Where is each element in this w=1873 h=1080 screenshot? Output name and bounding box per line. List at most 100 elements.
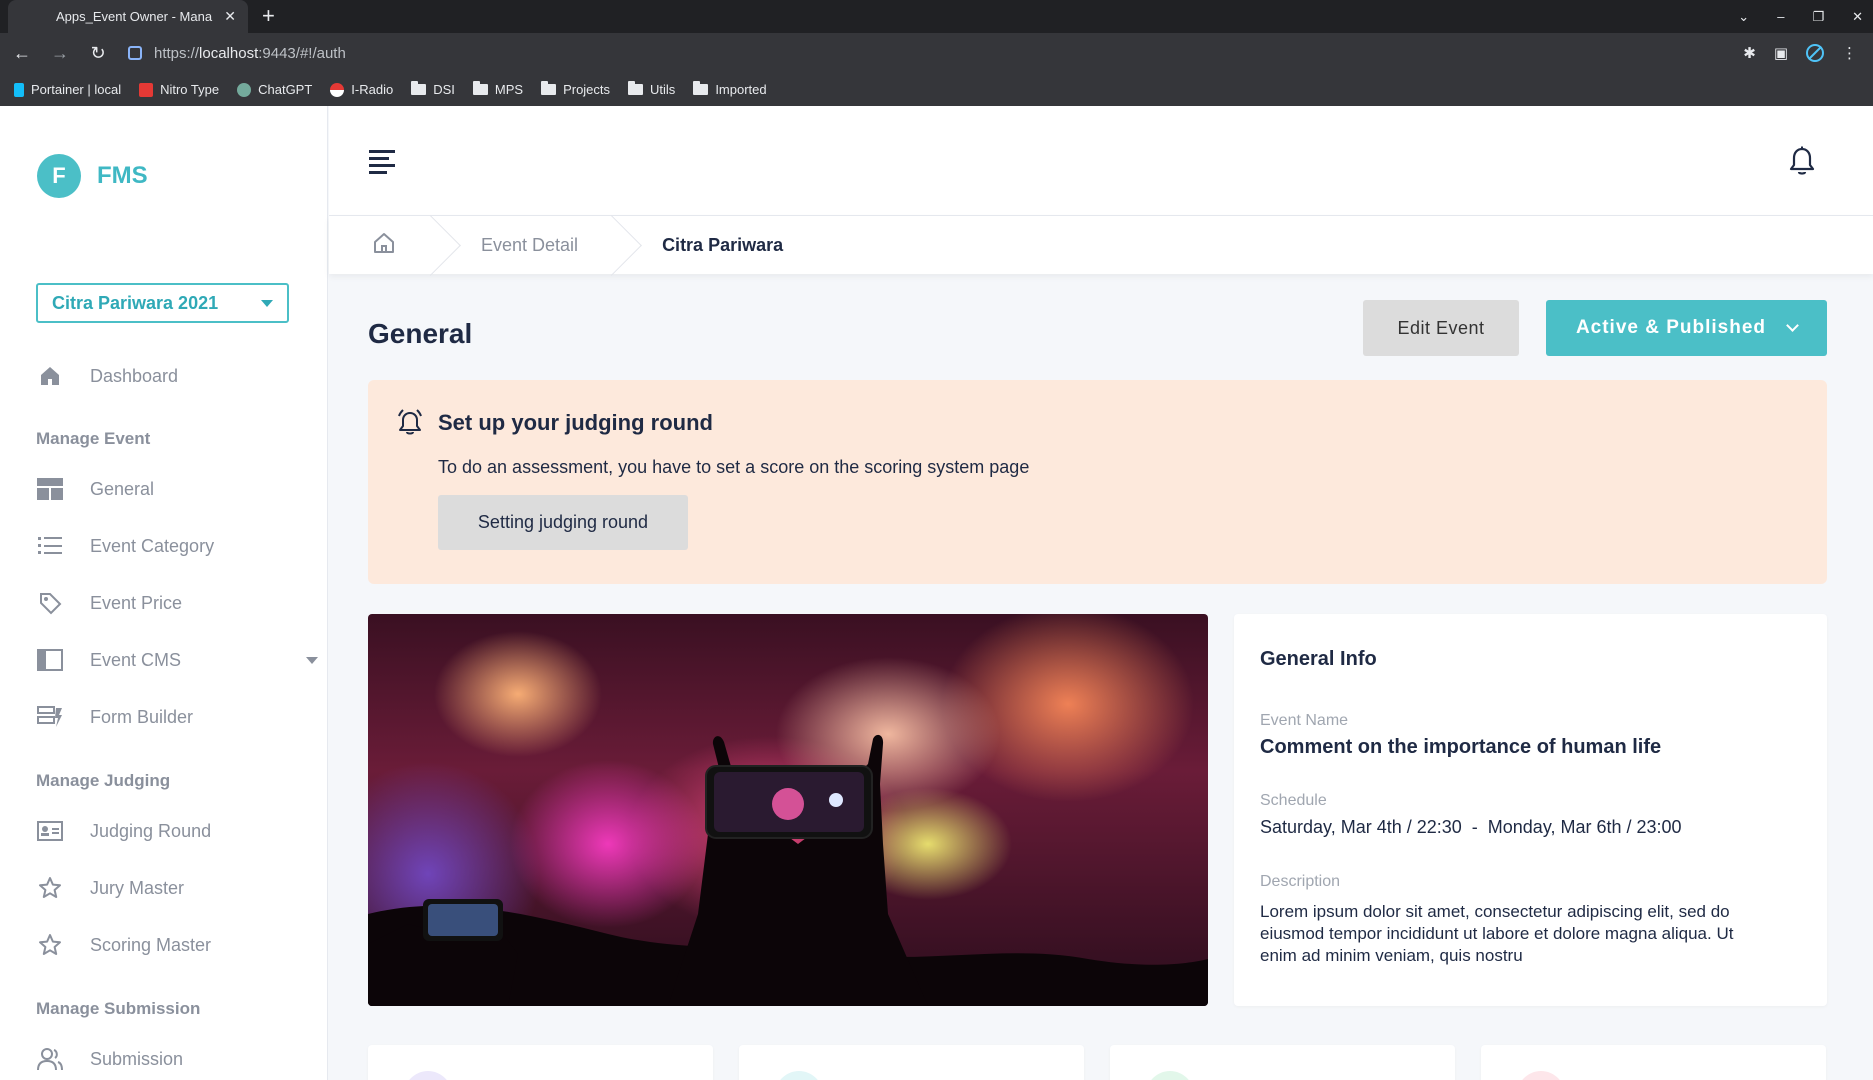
url-rest: :9443/#!/auth [258,44,346,62]
section-manage-event: Manage Event [36,429,151,448]
bookmark-label: MPS [494,82,524,97]
users-icon [36,1045,64,1073]
general-info-title: General Info [1260,648,1377,670]
portainer-icon [14,82,24,97]
url-prefix: https:// [154,44,200,62]
side-panel-icon[interactable]: ▣ [1774,44,1788,62]
edit-event-button[interactable]: Edit Event [1363,300,1519,356]
tab-close-icon[interactable]: ✕ [224,8,236,25]
address-bar[interactable]: https:// localhost :9443/#!/auth [128,38,1743,68]
sidebar-item-label: Event Category [90,535,215,556]
list-icon [36,532,64,560]
url-host: localhost [199,44,259,62]
sidebar-item-event-price[interactable]: Event Price [36,583,182,623]
sidebar-item-label: Event Price [90,592,183,613]
bookmark-folder-mps[interactable]: MPS [472,81,524,97]
sidebar-item-form-builder[interactable]: Form Builder [36,697,193,737]
minimize-icon[interactable]: – [1777,9,1784,24]
description-label: Description [1260,873,1341,890]
window-controls: ⌄ – ❐ ✕ [1738,0,1863,33]
bookmark-folder-imported[interactable]: Imported [693,81,767,97]
breadcrumb: Event Detail Citra Pariwara [329,216,1873,274]
page-title: General [368,318,473,349]
browser-menu-icon[interactable]: ⋮ [1842,44,1857,62]
setting-judging-round-button[interactable]: Setting judging round [438,495,688,550]
bookmark-label: DSI [433,82,455,97]
sidebar-item-label: Judging Round [90,820,212,841]
bookmark-folder-dsi[interactable]: DSI [411,81,455,97]
bookmarks-bar: Portainer | local Nitro Type ChatGPT I-R… [0,73,1873,106]
close-window-icon[interactable]: ✕ [1852,9,1863,25]
section-manage-judging: Manage Judging [36,771,171,790]
stat-card [1481,1045,1826,1080]
reload-icon[interactable]: ↻ [82,43,114,64]
bookmark-label: Nitro Type [160,82,220,97]
i-radio-icon [330,82,345,97]
caret-down-icon[interactable] [306,657,318,664]
status-dropdown-button[interactable]: Active & Published [1546,300,1827,356]
stat-card-icon [1146,1071,1194,1080]
brand[interactable]: F FMS [37,154,148,198]
sidebar-item-label: Scoring Master [90,934,212,955]
chevron-down-icon [1786,319,1799,332]
event-name-label: Event Name [1260,712,1349,729]
tab-title: Apps_Event Owner - Mana [56,9,213,24]
folder-icon [541,81,557,95]
toolbar-actions: ✱ ▣ ⋮ [1743,44,1857,62]
sidebar-item-jury-master[interactable]: Jury Master [36,868,184,908]
sidebar-item-submission[interactable]: Submission [36,1039,183,1079]
bookmark-folder-utils[interactable]: Utils [628,81,676,97]
browser-toolbar: ← → ↻ https:// localhost :9443/#!/auth ✱… [0,33,1873,73]
bookmark-i-radio[interactable]: I-Radio [330,82,393,97]
chatgpt-icon [237,82,252,97]
concert-silhouette-graphic [368,734,1208,1006]
forward-icon[interactable]: → [44,43,76,64]
bookmark-folder-projects[interactable]: Projects [541,81,610,97]
alert-title: Set up your judging round [438,410,713,435]
bookmark-label: I-Radio [351,82,394,97]
sidebar-item-dashboard[interactable]: Dashboard [36,356,178,396]
event-banner-image [368,614,1208,1006]
alarm-bell-icon [396,408,424,441]
sidebar-item-judging-round[interactable]: Judging Round [36,811,211,851]
bookmark-portainer[interactable]: Portainer | local [14,82,121,97]
home-icon [36,362,64,390]
description-value: Lorem ipsum dolor sit amet, consectetur … [1260,902,1734,965]
notification-bell-icon[interactable] [1789,146,1815,181]
browser-tab[interactable]: Apps_Event Owner - Mana ✕ [8,0,248,33]
event-selector[interactable]: Citra Pariwara 2021 [36,283,289,323]
tab-search-icon[interactable]: ⌄ [1738,9,1749,25]
bookmark-label: Utils [650,82,676,97]
tag-icon [36,589,64,617]
home-outline-icon [372,231,396,260]
sidebar-item-label: Form Builder [90,706,194,727]
schedule-label: Schedule [1260,792,1327,809]
stat-card [1110,1045,1455,1080]
menu-toggle-icon[interactable] [369,150,395,178]
stat-card [739,1045,1084,1080]
sidebar-item-event-cms[interactable]: Event CMS [36,640,318,680]
sidebar-item-label: Submission [90,1048,184,1069]
new-tab-button[interactable]: + [262,4,275,28]
blocker-extension-icon[interactable] [1806,44,1824,62]
judging-round-alert: Set up your judging round To do an asses… [368,380,1827,584]
restore-icon[interactable]: ❐ [1812,9,1824,25]
extensions-icon[interactable]: ✱ [1743,44,1756,62]
sidebar-item-label: Event CMS [90,649,182,670]
sidebar: F FMS Citra Pariwara 2021 Dashboard Mana… [0,106,328,1080]
sidebar-item-event-category[interactable]: Event Category [36,526,214,566]
bookmark-label: Portainer | local [31,82,122,97]
caret-down-icon [261,299,273,307]
bookmark-chatgpt[interactable]: ChatGPT [237,82,312,97]
site-info-icon[interactable] [128,46,142,60]
sidebar-item-scoring-master[interactable]: Scoring Master [36,925,211,965]
schedule-value: Saturday, Mar 4th / 22:30 - Monday, Mar … [1260,817,1682,837]
stat-card-icon [775,1071,823,1080]
bookmark-nitro-type[interactable]: Nitro Type [139,82,219,97]
bookmark-label: ChatGPT [258,82,313,97]
sidebar-item-label: Jury Master [90,877,185,898]
folder-icon [628,81,644,95]
back-icon[interactable]: ← [6,43,38,64]
sidebar-item-general[interactable]: General [36,469,154,509]
event-name-value: Comment on the importance of human life [1260,736,1662,758]
